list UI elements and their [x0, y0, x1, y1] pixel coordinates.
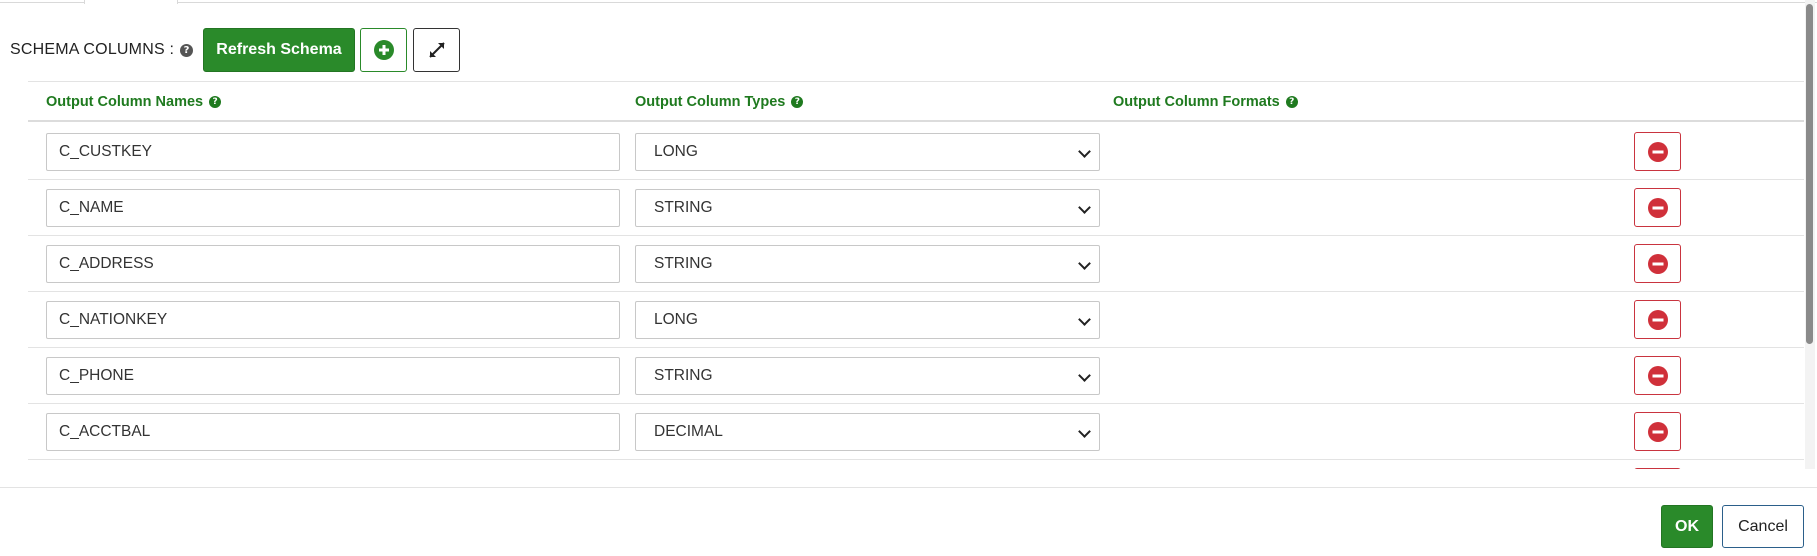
column-type-value: LONG [654, 311, 698, 328]
help-icon[interactable]: ? [1285, 96, 1298, 108]
column-name-input[interactable]: C_ADDRESS [46, 245, 620, 283]
column-type-select[interactable]: LONG [635, 133, 1100, 171]
expand-button[interactable] [413, 28, 460, 72]
header-output-column-names: Output Column Names ? [46, 94, 222, 110]
schema-columns-table: Output Column Names ? Output Column Type… [28, 81, 1804, 469]
column-type-value: DECIMAL [654, 423, 723, 440]
header-output-column-formats: Output Column Formats ? [1113, 94, 1298, 110]
plus-circle-icon [373, 40, 394, 60]
column-type-select[interactable]: STRING [635, 357, 1100, 395]
schema-columns-label-text: SCHEMA COLUMNS : [10, 41, 175, 58]
help-icon[interactable]: ? [209, 96, 222, 108]
column-name-input[interactable]: C_CUSTKEY [46, 133, 620, 171]
chevron-down-icon [1078, 425, 1091, 438]
table-row: C_NATIONKEY LONG [28, 292, 1804, 348]
header-output-column-types: Output Column Types ? [635, 94, 804, 110]
expand-arrows-icon [428, 42, 445, 58]
remove-column-button[interactable] [1634, 412, 1681, 451]
minus-circle-icon [1647, 253, 1668, 274]
header-names-text: Output Column Names [46, 94, 204, 110]
table-header: Output Column Names ? Output Column Type… [28, 82, 1804, 122]
remove-column-button[interactable] [1634, 132, 1681, 171]
column-type-select[interactable]: STRING [635, 189, 1100, 227]
remove-column-button[interactable] [1634, 244, 1681, 283]
header-formats-text: Output Column Formats [1113, 94, 1280, 110]
table-row: C_ACCTBAL DECIMAL [28, 404, 1804, 460]
table-row: C_ADDRESS STRING [28, 236, 1804, 292]
column-type-select[interactable]: DECIMAL [635, 413, 1100, 451]
cancel-button[interactable]: Cancel [1722, 505, 1804, 548]
column-name-input[interactable]: C_NAME [46, 189, 620, 227]
column-type-value: STRING [654, 255, 713, 272]
table-row: C_CUSTKEY LONG [28, 124, 1804, 180]
tab-strip [0, 0, 1817, 3]
schema-toolbar: SCHEMA COLUMNS : ? [10, 28, 194, 72]
column-type-select[interactable]: STRING [635, 245, 1100, 283]
remove-column-button[interactable] [1634, 300, 1681, 339]
remove-column-button[interactable] [1634, 468, 1681, 469]
schema-columns-label: SCHEMA COLUMNS : ? [10, 41, 194, 59]
column-name-input[interactable]: C_ACCTBAL [46, 413, 620, 451]
help-icon[interactable]: ? [791, 96, 804, 108]
minus-circle-icon [1647, 197, 1668, 218]
chevron-down-icon [1078, 257, 1091, 270]
column-type-select[interactable]: LONG [635, 301, 1100, 339]
minus-circle-icon [1647, 421, 1668, 442]
active-tab[interactable] [84, 0, 178, 4]
column-type-value: STRING [654, 367, 713, 384]
scrollbar-thumb[interactable] [1806, 4, 1813, 344]
ok-button[interactable]: OK [1661, 505, 1713, 548]
add-column-button[interactable] [360, 28, 407, 72]
column-name-input[interactable]: C_NATIONKEY [46, 301, 620, 339]
minus-circle-icon [1647, 309, 1668, 330]
refresh-schema-button[interactable]: Refresh Schema [203, 28, 355, 72]
chevron-down-icon [1078, 369, 1091, 382]
header-types-text: Output Column Types [635, 94, 786, 110]
minus-circle-icon [1647, 141, 1668, 162]
footer-divider [0, 487, 1817, 488]
remove-column-button[interactable] [1634, 356, 1681, 395]
column-type-value: STRING [654, 199, 713, 216]
schema-columns-dialog: SCHEMA COLUMNS : ? Refresh Schema Output… [0, 0, 1817, 556]
table-row [28, 460, 1804, 469]
remove-column-button[interactable] [1634, 188, 1681, 227]
help-icon[interactable]: ? [180, 43, 194, 57]
column-name-input[interactable]: C_PHONE [46, 357, 620, 395]
minus-circle-icon [1647, 365, 1668, 386]
chevron-down-icon [1078, 145, 1091, 158]
table-row: C_PHONE STRING [28, 348, 1804, 404]
table-row: C_NAME STRING [28, 180, 1804, 236]
chevron-down-icon [1078, 313, 1091, 326]
chevron-down-icon [1078, 201, 1091, 214]
column-type-value: LONG [654, 143, 698, 160]
